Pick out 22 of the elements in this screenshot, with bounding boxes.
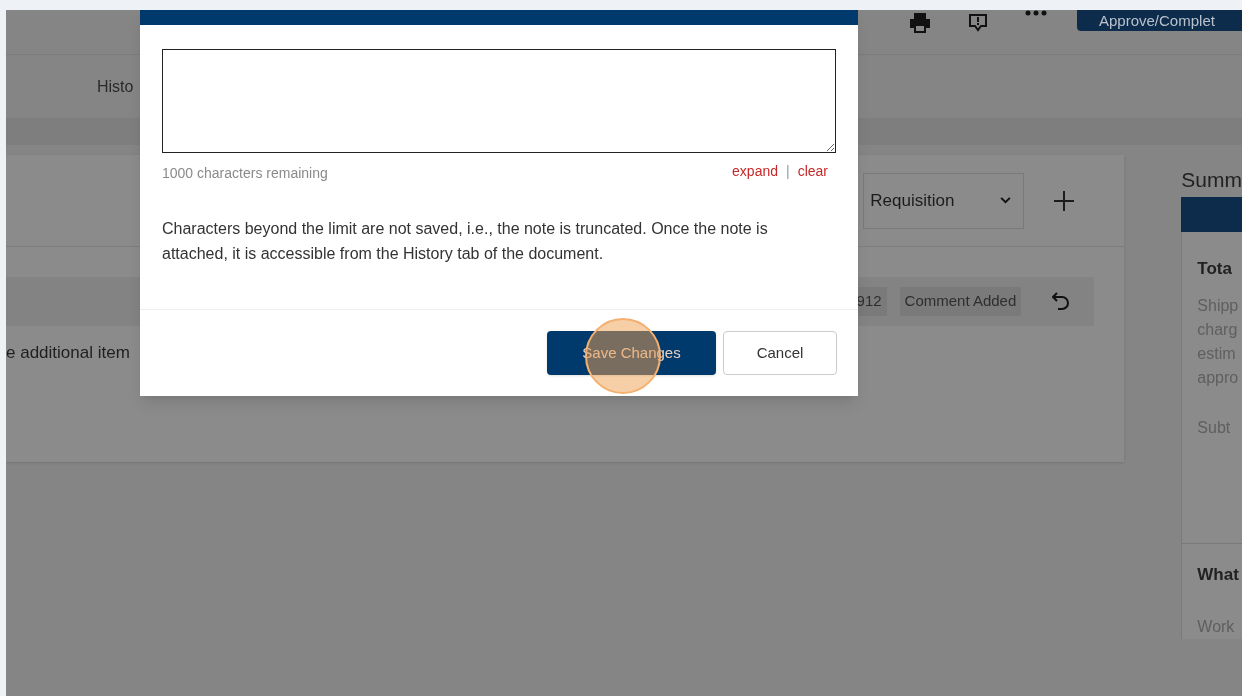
summary-title: Summ [1181,167,1242,190]
undo-icon[interactable] [1052,291,1071,312]
link-separator: | [786,162,790,181]
note-field[interactable] [162,49,836,153]
summary-header-bar [1181,197,1242,232]
alert-icon[interactable] [967,13,989,33]
add-icon[interactable] [1054,190,1075,211]
item-text: e additional item [6,342,130,364]
link[interactable]: expand [732,161,778,184]
characters-remaining-text: 1000 characters remaining [162,164,328,183]
approve-button[interactable]: Approve/Complet [1077,10,1242,31]
type-select[interactable]: Requisition [863,172,1025,229]
link[interactable]: clear [797,161,828,184]
history-tag: Comment Added [899,287,1022,316]
total-heading: Tota [1197,258,1233,280]
tab[interactable]: Histo [97,74,134,99]
section-heading: What [1197,563,1240,586]
more-icon[interactable] [1025,10,1047,16]
printer-icon[interactable] [909,13,931,33]
cancel-button[interactable]: Cancel [723,331,837,375]
chevron-down-icon [1000,197,1012,204]
info-text: Characters beyond the limit are not saved, i.e., the note is truncated. Once the note is attached, it is accessible from the History tab of the document. [162,219,769,264]
